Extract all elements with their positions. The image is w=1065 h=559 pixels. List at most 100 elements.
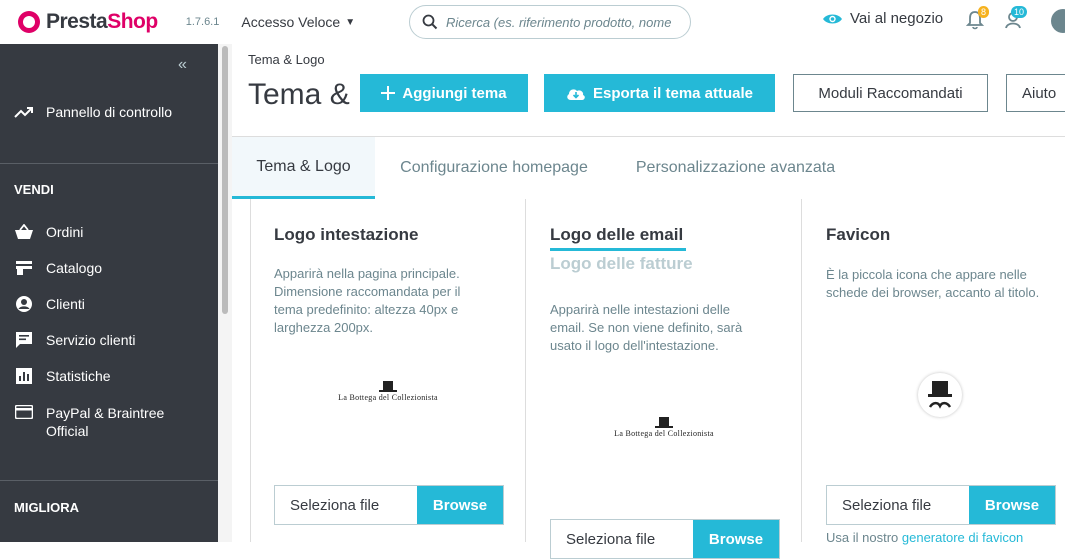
caret-down-icon: ▼ bbox=[345, 16, 356, 28]
version-label: 1.7.6.1 bbox=[185, 16, 220, 28]
sidebar-item-label: PayPal & Braintree Official bbox=[46, 404, 164, 440]
tab-label: Personalizzazione avanzata bbox=[635, 159, 836, 176]
top-hat-icon bbox=[379, 381, 397, 392]
sidebar-divider bbox=[0, 163, 218, 164]
column-border bbox=[250, 199, 251, 542]
file-label: Seleziona file bbox=[551, 520, 693, 558]
basket-icon bbox=[14, 224, 34, 240]
favicon-preview bbox=[918, 373, 962, 417]
sidebar-scrollbar[interactable] bbox=[218, 44, 232, 542]
prestashop-logo-icon bbox=[18, 11, 40, 33]
top-hat-icon bbox=[655, 417, 673, 428]
recommended-modules-button[interactable]: Moduli Raccomandati bbox=[793, 74, 988, 112]
file-label: Seleziona file bbox=[827, 486, 969, 524]
sidebar-item-label: Catalogo bbox=[46, 260, 103, 276]
active-tab-underline bbox=[550, 248, 686, 251]
recommended-modules-label: Moduli Raccomandati bbox=[818, 84, 963, 102]
email-logo-preview: La Bottega del Collezionista bbox=[604, 417, 724, 438]
favicon-generator-note: Usa il nostro generatore di favicon bbox=[826, 530, 1023, 545]
tab-homepage-config[interactable]: Configurazione homepage bbox=[375, 137, 613, 199]
add-theme-label: Aggiungi tema bbox=[402, 84, 507, 102]
favicon-note-text: Usa il nostro bbox=[826, 530, 902, 545]
orders-badge: 8 bbox=[978, 6, 990, 18]
tab-bar: Tema & Logo Configurazione homepage Pers… bbox=[232, 137, 1065, 199]
collapse-sidebar-icon[interactable]: « bbox=[178, 56, 187, 74]
breadcrumb[interactable]: Tema & Logo bbox=[248, 52, 325, 67]
add-theme-button[interactable]: Aggiungi tema bbox=[360, 74, 528, 112]
sidebar-item-label-line1: PayPal & Braintree bbox=[46, 405, 165, 421]
column-border bbox=[801, 199, 802, 542]
orders-notification[interactable]: 8 bbox=[965, 6, 990, 35]
tab-theme-logo[interactable]: Tema & Logo bbox=[232, 137, 375, 199]
bar-chart-icon bbox=[14, 368, 34, 384]
customers-badge: 10 bbox=[1011, 6, 1028, 18]
export-theme-button[interactable]: Esporta il tema attuale bbox=[544, 74, 775, 112]
file-label: Seleziona file bbox=[275, 486, 417, 524]
tab-advanced-customization[interactable]: Personalizzazione avanzata bbox=[613, 137, 858, 199]
brand-name-second: Shop bbox=[107, 10, 158, 33]
cloud-download-icon bbox=[566, 86, 586, 101]
sidebar-divider bbox=[0, 480, 218, 481]
tab-label: Tema & Logo bbox=[256, 157, 351, 175]
plus-icon bbox=[381, 86, 396, 100]
sidebar-item-catalog[interactable]: Catalogo bbox=[14, 260, 102, 276]
store-icon bbox=[14, 260, 34, 276]
scrollbar-thumb[interactable] bbox=[222, 46, 228, 314]
header-logo-file-input[interactable]: Seleziona file Browse bbox=[274, 485, 504, 525]
help-button[interactable]: Aiuto bbox=[1006, 74, 1065, 112]
quick-access-label: Accesso Veloce bbox=[241, 14, 341, 30]
header-logo-browse-button[interactable]: Browse bbox=[417, 486, 503, 524]
tab-email-logo[interactable]: Logo delle email bbox=[550, 225, 683, 245]
prestashop-logo[interactable]: PrestaShop bbox=[18, 10, 158, 34]
brand-name-first: Presta bbox=[46, 10, 108, 33]
email-logo-text: La Bottega del Collezionista bbox=[614, 429, 714, 438]
email-logo-file-input[interactable]: Seleziona file Browse bbox=[550, 519, 780, 559]
tab-invoice-logo[interactable]: Logo delle fatture bbox=[550, 254, 693, 274]
trending-up-icon bbox=[14, 104, 34, 120]
quick-access-dropdown[interactable]: Accesso Veloce ▼ bbox=[241, 14, 355, 30]
logo-settings-panel: Logo intestazione Apparirà nella pagina … bbox=[232, 199, 1065, 559]
customers-notification[interactable]: 10 bbox=[1004, 6, 1028, 35]
favicon-generator-link[interactable]: generatore di favicon bbox=[902, 530, 1023, 545]
header-logo-preview: La Bottega del Collezionista bbox=[328, 381, 448, 402]
search-icon bbox=[422, 14, 438, 30]
export-theme-label: Esporta il tema attuale bbox=[592, 84, 754, 102]
favicon-hat-icon bbox=[928, 381, 952, 409]
column-border bbox=[525, 199, 526, 542]
sidebar-item-customer-service[interactable]: Servizio clienti bbox=[14, 332, 135, 348]
main-content: Tema & Logo Tema & Logo Aggiungi tema Es… bbox=[232, 44, 1065, 559]
favicon-file-input[interactable]: Seleziona file Browse bbox=[826, 485, 1056, 525]
favicon-browse-button[interactable]: Browse bbox=[969, 486, 1055, 524]
sidebar-item-label: Pannello di controllo bbox=[46, 104, 173, 120]
favicon-description: È la piccola icona che appare nelle sche… bbox=[826, 267, 1040, 300]
sidebar-item-customers[interactable]: Clienti bbox=[14, 296, 85, 312]
sidebar-item-paypal[interactable]: PayPal & Braintree Official bbox=[14, 404, 164, 440]
sidebar-section-sell: VENDI bbox=[14, 182, 54, 197]
brand-name: PrestaShop bbox=[46, 10, 158, 34]
search-input[interactable] bbox=[446, 14, 686, 30]
sidebar-item-label: Ordini bbox=[46, 224, 84, 240]
sidebar-item-orders[interactable]: Ordini bbox=[14, 224, 83, 240]
account-icon bbox=[14, 296, 34, 312]
header-logo-title: Logo intestazione bbox=[274, 225, 419, 244]
header-logo-text: La Bottega del Collezionista bbox=[338, 393, 438, 402]
sidebar-item-label: Clienti bbox=[46, 296, 85, 312]
search-box[interactable] bbox=[409, 5, 691, 39]
tab-label: Configurazione homepage bbox=[400, 159, 588, 176]
chat-icon bbox=[14, 332, 34, 348]
sidebar-item-dashboard[interactable]: Pannello di controllo bbox=[14, 104, 172, 120]
sidebar-item-label-line2: Official bbox=[46, 423, 89, 439]
view-shop-label: Vai al negozio bbox=[850, 10, 944, 27]
credit-card-icon bbox=[14, 404, 34, 420]
sidebar-section-improve: MIGLIORA bbox=[14, 500, 79, 515]
sidebar-nav: « Pannello di controllo VENDI Ordini Cat… bbox=[0, 44, 218, 542]
help-label: Aiuto bbox=[1022, 84, 1057, 102]
view-shop-link[interactable]: Vai al negozio bbox=[822, 10, 943, 27]
email-logo-description: Apparirà nelle intestazioni delle email.… bbox=[550, 302, 743, 353]
sidebar-item-label: Statistiche bbox=[46, 368, 111, 384]
sidebar-item-stats[interactable]: Statistiche bbox=[14, 368, 111, 384]
favicon-title: Favicon bbox=[826, 225, 891, 244]
email-logo-browse-button[interactable]: Browse bbox=[693, 520, 779, 558]
header-logo-description: Apparirà nella pagina principale. Dimens… bbox=[274, 266, 461, 335]
sidebar-item-label: Servizio clienti bbox=[46, 332, 136, 348]
